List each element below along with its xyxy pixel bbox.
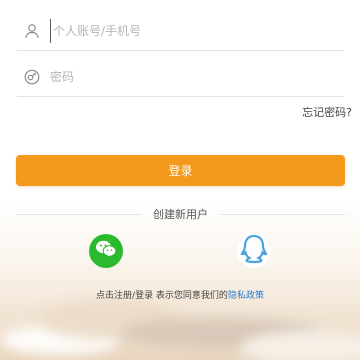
- create-account-link[interactable]: 创建新用户: [141, 206, 220, 222]
- password-input[interactable]: [50, 64, 344, 89]
- divider-left: [16, 213, 141, 215]
- agreement-prefix: 点击注册/登录 表示您同意我们的: [96, 291, 228, 301]
- account-input[interactable]: [50, 18, 344, 43]
- privacy-policy-link[interactable]: 隐私政策: [228, 291, 264, 301]
- create-account-row: 创建新用户: [16, 206, 345, 222]
- lock-icon: [22, 67, 42, 87]
- divider-right: [220, 213, 345, 215]
- user-icon: [22, 21, 42, 41]
- agreement-text: 点击注册/登录 表示您同意我们的隐私政策: [0, 288, 360, 301]
- forgot-password-link[interactable]: 忘记密码?: [302, 104, 352, 120]
- qq-login-button[interactable]: [237, 234, 271, 268]
- qq-icon: [239, 233, 269, 269]
- password-field[interactable]: [17, 57, 344, 97]
- wechat-icon: [94, 238, 118, 264]
- account-field[interactable]: [17, 11, 344, 51]
- login-button[interactable]: 登录: [16, 155, 345, 186]
- wechat-login-button[interactable]: [89, 234, 123, 268]
